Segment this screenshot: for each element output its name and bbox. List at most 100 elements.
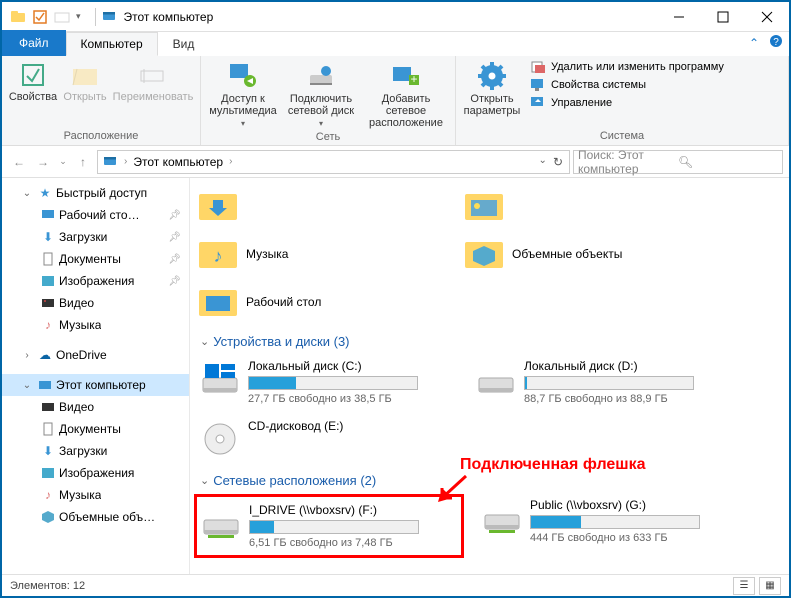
statusbar: Элементов: 12 ☰ ▦ [2, 574, 789, 596]
annotation-label: Подключенная флешка [460, 456, 646, 474]
documents-icon [40, 421, 56, 437]
drive-e[interactable]: CD-дисковод (E:) [198, 415, 458, 463]
refresh-icon[interactable]: ↻ [553, 155, 563, 169]
ribbon-rename-button: Переименовать [112, 59, 194, 105]
tab-computer[interactable]: Компьютер [66, 32, 158, 56]
sidebar-pc-pictures[interactable]: Изображения [2, 462, 189, 484]
sidebar-onedrive[interactable]: ›☁OneDrive [2, 344, 189, 366]
search-input[interactable]: Поиск: Этот компьютер 🔍︎ [573, 150, 783, 174]
pictures-icon [40, 273, 56, 289]
sidebar-quick-access[interactable]: ⌄★Быстрый доступ [2, 182, 189, 204]
close-button[interactable] [745, 3, 789, 31]
downloads-folder-icon [198, 186, 238, 226]
help-icon[interactable]: ? [769, 34, 783, 51]
titlebar: ▾ Этот компьютер [2, 2, 789, 32]
pc-icon [37, 377, 53, 393]
content-pane: ♪Музыка Объемные объекты Рабочий стол Ус… [190, 178, 789, 574]
nav-back-button[interactable]: ← [8, 151, 30, 173]
qat-newfolder-icon[interactable] [54, 9, 70, 25]
search-placeholder: Поиск: Этот компьютер [578, 148, 678, 176]
documents-icon [40, 251, 56, 267]
music-icon: ♪ [40, 317, 56, 333]
pin-icon: 📌︎ [168, 254, 181, 265]
ribbon-openparams-button[interactable]: Открыть параметры [462, 59, 522, 119]
folder-item[interactable] [198, 184, 448, 228]
videos-icon [40, 295, 56, 311]
ribbon-mapdrive-button[interactable]: Подключить сетевой диск▾ [283, 59, 359, 131]
nav-forward-button[interactable]: → [32, 151, 54, 173]
star-icon: ★ [37, 185, 53, 201]
ribbon-manage-button[interactable]: Управление [530, 95, 724, 111]
network-drive-icon [482, 498, 522, 538]
search-icon[interactable]: 🔍︎ [678, 155, 778, 169]
ribbon-sysprops-button[interactable]: Свойства системы [530, 77, 724, 93]
sidebar-pc-3d[interactable]: Объемные объ… [2, 506, 189, 528]
sidebar-videos[interactable]: Видео [2, 292, 189, 314]
sidebar-pc-downloads[interactable]: ⬇Загрузки [2, 440, 189, 462]
ribbon-group-location: Расположение [8, 130, 194, 144]
sidebar-pc-videos[interactable]: Видео [2, 396, 189, 418]
breadcrumb-pc-icon [103, 154, 119, 170]
view-large-button[interactable]: ▦ [759, 577, 781, 595]
folder-item[interactable] [464, 184, 714, 228]
downloads-icon: ⬇ [40, 443, 56, 459]
nav-recent-button[interactable]: ⌄ [56, 151, 70, 173]
drive-c[interactable]: Локальный диск (C:)27,7 ГБ свободно из 3… [198, 355, 458, 409]
folder-desktop[interactable]: Рабочий стол [198, 280, 448, 324]
qat-properties-icon[interactable] [32, 9, 48, 25]
ribbon-tabs: Файл Компьютер Вид ⌃ ? [2, 32, 789, 56]
sidebar-thispc[interactable]: ⌄Этот компьютер [2, 374, 189, 396]
folder-3dobjects[interactable]: Объемные объекты [464, 232, 714, 276]
sidebar-desktop[interactable]: Рабочий сто…📌︎ [2, 204, 189, 226]
sidebar-music[interactable]: ♪Музыка [2, 314, 189, 336]
folder-music[interactable]: ♪Музыка [198, 232, 448, 276]
sidebar-documents[interactable]: Документы📌︎ [2, 248, 189, 270]
objects3d-icon [40, 509, 56, 525]
maximize-button[interactable] [701, 3, 745, 31]
music-icon: ♪ [40, 487, 56, 503]
videos-icon [40, 399, 56, 415]
annotation-arrow-icon [438, 474, 468, 504]
nav-up-button[interactable]: ↑ [72, 151, 94, 173]
minimize-button[interactable] [657, 3, 701, 31]
ribbon-uninstall-button[interactable]: Удалить или изменить программу [530, 59, 724, 75]
ribbon-media-button[interactable]: Доступ к мультимедиа▾ [207, 59, 279, 131]
pictures-folder-icon [464, 186, 504, 226]
svg-text:?: ? [773, 37, 779, 48]
tab-file[interactable]: Файл [2, 30, 66, 56]
cd-icon [200, 419, 240, 459]
qat-folder-icon [10, 9, 26, 25]
drive-d[interactable]: Локальный диск (D:)88,7 ГБ свободно из 8… [474, 355, 734, 409]
ribbon-group-system: Система [462, 130, 782, 144]
ribbon-collapse-icon[interactable]: ⌃ [749, 36, 759, 50]
address-bar: ← → ⌄ ↑ › Этот компьютер › ⌄ ↻ Поиск: Эт… [2, 146, 789, 178]
window-title: Этот компьютер [124, 10, 214, 24]
pin-icon: 📌︎ [168, 232, 181, 243]
hdd-icon [476, 359, 516, 399]
downloads-icon: ⬇ [40, 229, 56, 245]
breadcrumb-segment[interactable]: Этот компьютер [129, 155, 227, 169]
svg-text:♪: ♪ [214, 246, 223, 266]
sidebar-pictures[interactable]: Изображения📌︎ [2, 270, 189, 292]
qat-customize-icon[interactable]: ▾ [76, 11, 81, 22]
pin-icon: 📌︎ [168, 276, 181, 287]
drive-f[interactable]: I_DRIVE (\\vboxsrv) (F:)6,51 ГБ свободно… [199, 499, 459, 553]
view-details-button[interactable]: ☰ [733, 577, 755, 595]
group-network[interactable]: Сетевые расположения (2) [200, 473, 781, 488]
breadcrumb[interactable]: › Этот компьютер › ⌄ ↻ [97, 150, 570, 174]
group-devices[interactable]: Устройства и диски (3) [200, 334, 781, 349]
ribbon-addnet-button[interactable]: +Добавить сетевое расположение [363, 59, 449, 131]
ribbon-group-network: Сеть [207, 131, 449, 145]
sidebar-pc-documents[interactable]: Документы [2, 418, 189, 440]
svg-text:+: + [410, 72, 417, 86]
tab-view[interactable]: Вид [158, 32, 210, 56]
music-folder-icon: ♪ [198, 234, 238, 274]
hdd-icon [200, 359, 240, 399]
status-items: Элементов: 12 [10, 580, 85, 592]
sidebar: ⌄★Быстрый доступ Рабочий сто…📌︎ ⬇Загрузк… [2, 178, 190, 574]
sidebar-pc-music[interactable]: ♪Музыка [2, 484, 189, 506]
ribbon-props-button[interactable]: Свойства [8, 59, 58, 105]
sidebar-downloads[interactable]: ⬇Загрузки📌︎ [2, 226, 189, 248]
drive-g[interactable]: Public (\\vboxsrv) (G:)444 ГБ свободно и… [480, 494, 740, 558]
breadcrumb-dropdown-icon[interactable]: ⌄ [539, 155, 547, 169]
